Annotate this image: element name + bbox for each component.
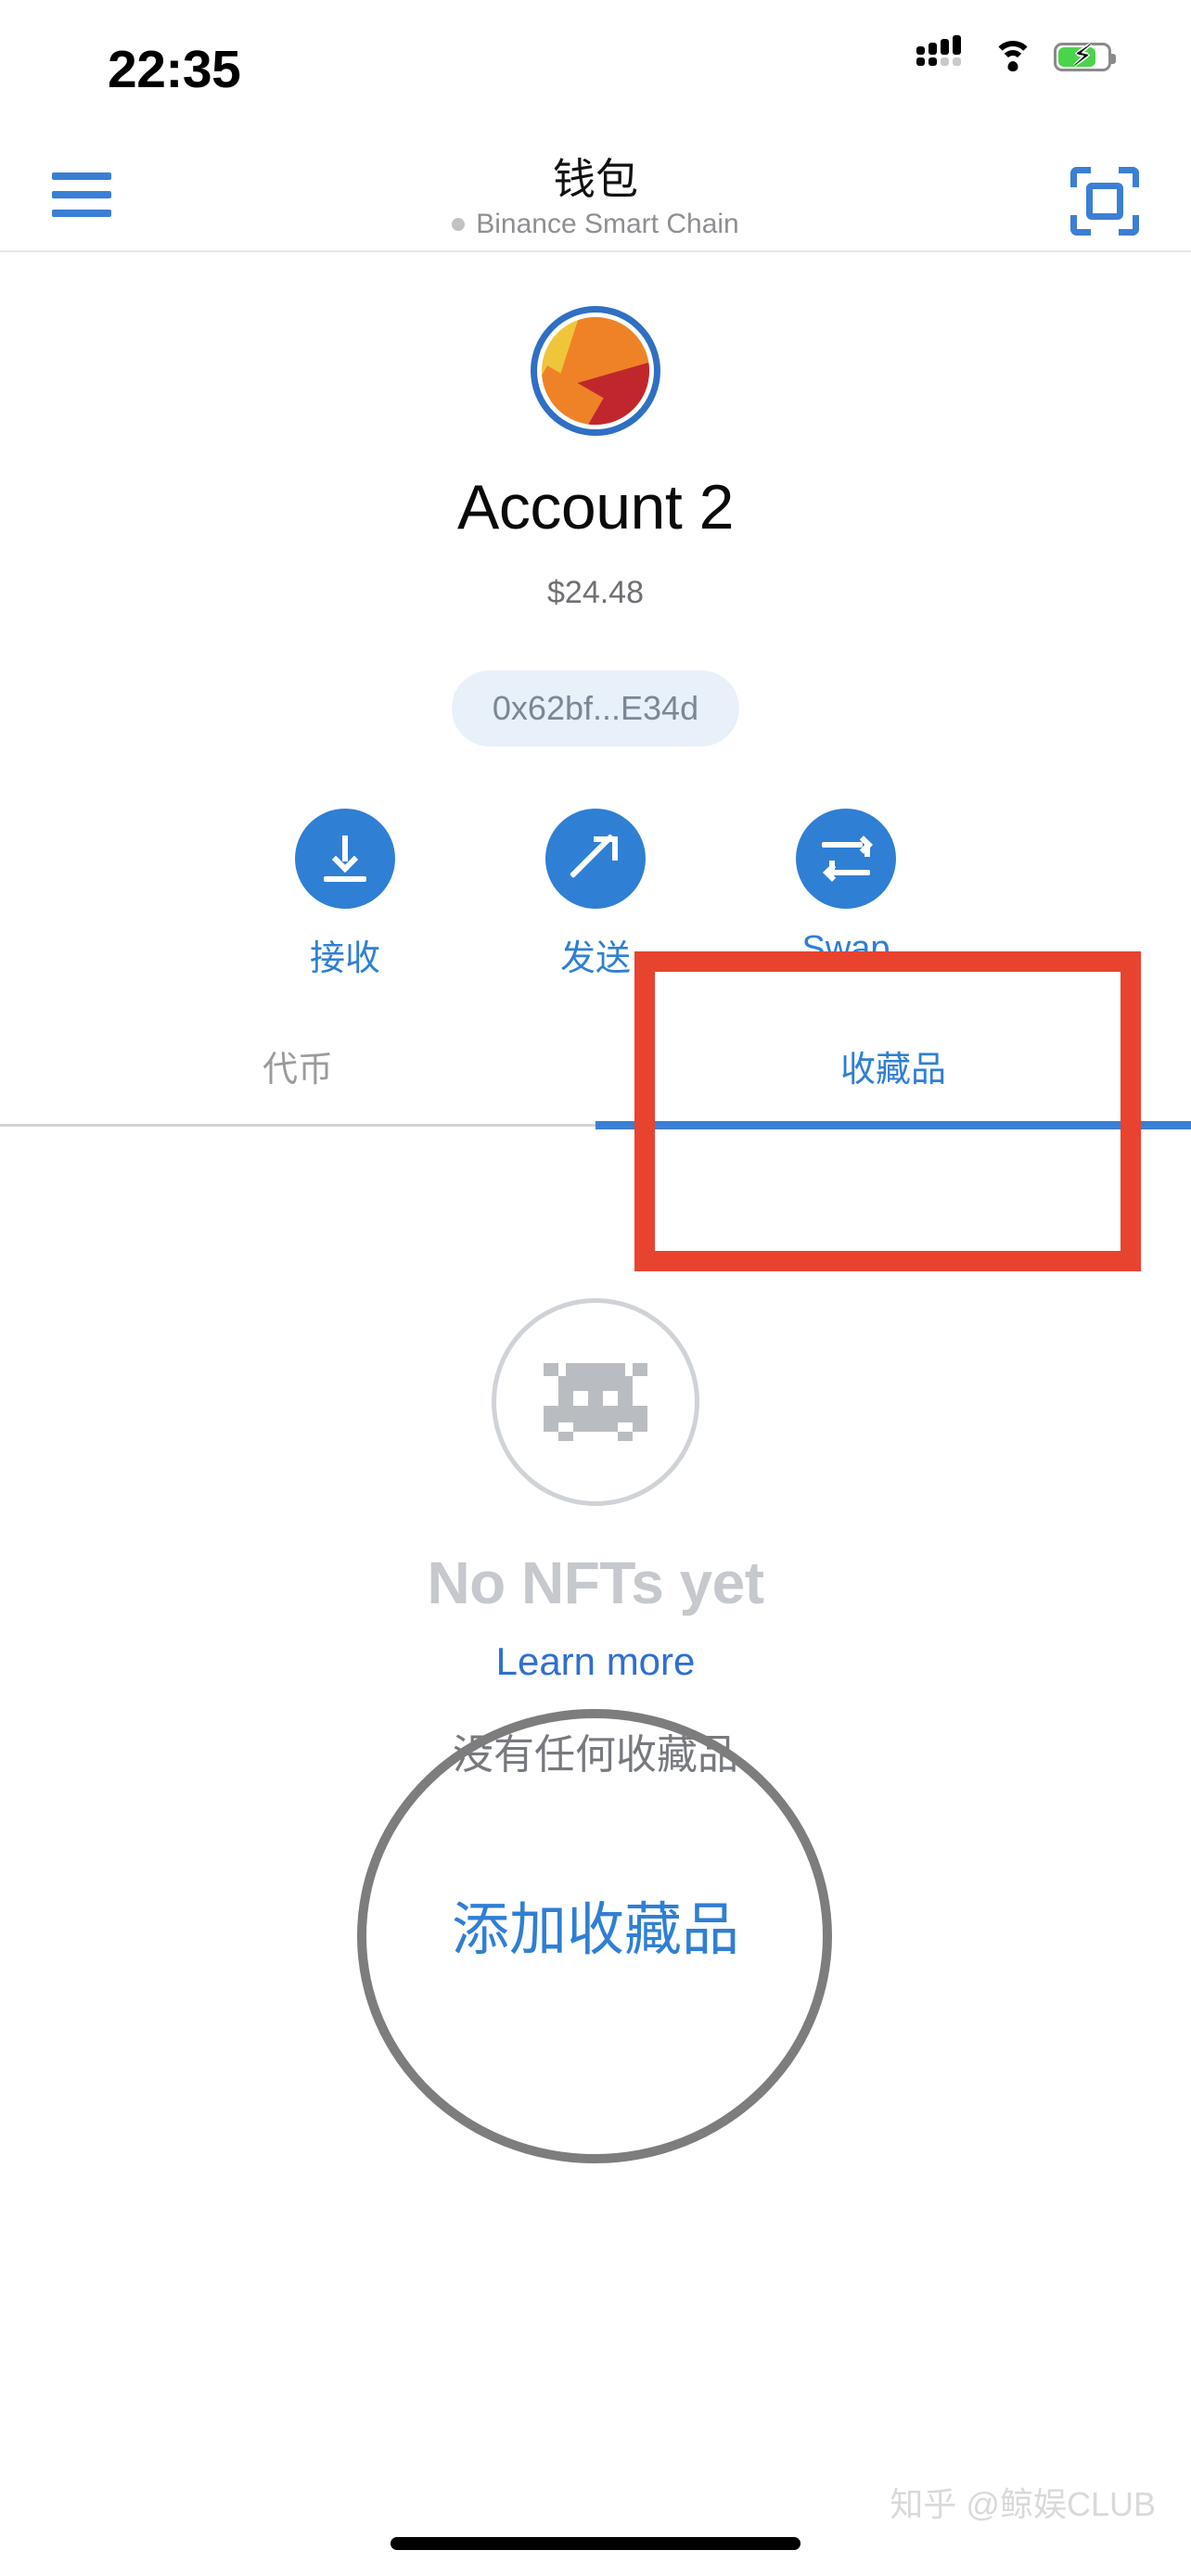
status-bar-indicators: ⚡ xyxy=(916,35,1116,72)
send-label: 发送 xyxy=(559,939,631,978)
receive-button[interactable]: 接收 xyxy=(260,809,430,980)
learn-more-link[interactable]: Learn more xyxy=(0,1639,1191,1684)
tab-collectibles-label: 收藏品 xyxy=(839,1050,946,1090)
tab-tokens-label: 代币 xyxy=(262,1050,333,1090)
add-collectible-link[interactable]: 添加收藏品 xyxy=(0,1882,1191,1966)
download-arrow-icon xyxy=(295,809,395,909)
account-actions: 接收 发送 Swap xyxy=(0,809,1191,980)
wifi-icon xyxy=(992,41,1033,72)
account-identicon[interactable] xyxy=(531,306,660,436)
swap-button[interactable]: Swap xyxy=(761,809,931,980)
send-button[interactable]: 发送 xyxy=(510,809,681,980)
send-arrow-icon xyxy=(545,809,646,909)
no-collectibles-text: 没有任何收藏品 xyxy=(453,1732,738,1778)
home-indicator[interactable] xyxy=(391,2537,800,2550)
network-status-dot xyxy=(452,217,466,231)
network-indicator[interactable]: Binance Smart Chain xyxy=(0,209,1191,240)
empty-state-title: No NFTs yet xyxy=(427,1549,764,1616)
account-name: Account 2 xyxy=(457,472,734,542)
tab-active-underline xyxy=(596,1121,1191,1129)
battery-charging-icon: ⚡ xyxy=(1054,42,1116,71)
network-name: Binance Smart Chain xyxy=(476,208,739,239)
account-address-pill[interactable]: 0x62bf...E34d xyxy=(451,670,740,746)
tab-collectibles[interactable]: 收藏品 xyxy=(596,1004,1191,1127)
app-header: 钱包 Binance Smart Chain xyxy=(0,139,1191,252)
swap-label: Swap xyxy=(801,929,890,968)
account-balance: $24.48 xyxy=(547,575,644,610)
status-bar: 22:35 ⚡ xyxy=(0,0,1191,139)
app-screen: 22:35 ⚡ 钱包 Binance Smart Chain Account 2… xyxy=(0,0,1191,2576)
page-title: 钱包 xyxy=(553,155,638,203)
cellular-signal-icon xyxy=(916,35,972,72)
receive-label: 接收 xyxy=(309,939,380,978)
qr-scan-icon[interactable] xyxy=(1070,167,1139,236)
header-title-block: 钱包 Binance Smart Chain xyxy=(0,139,1191,240)
pixel-invader-icon xyxy=(492,1298,699,1506)
swap-arrows-icon xyxy=(796,809,896,909)
wallet-tabs: 代币 收藏品 xyxy=(0,1004,1191,1190)
watermark: 知乎 @鲸娱CLUB xyxy=(890,2485,1156,2523)
status-bar-clock: 22:35 xyxy=(108,40,241,99)
tab-tokens[interactable]: 代币 xyxy=(0,1004,596,1127)
